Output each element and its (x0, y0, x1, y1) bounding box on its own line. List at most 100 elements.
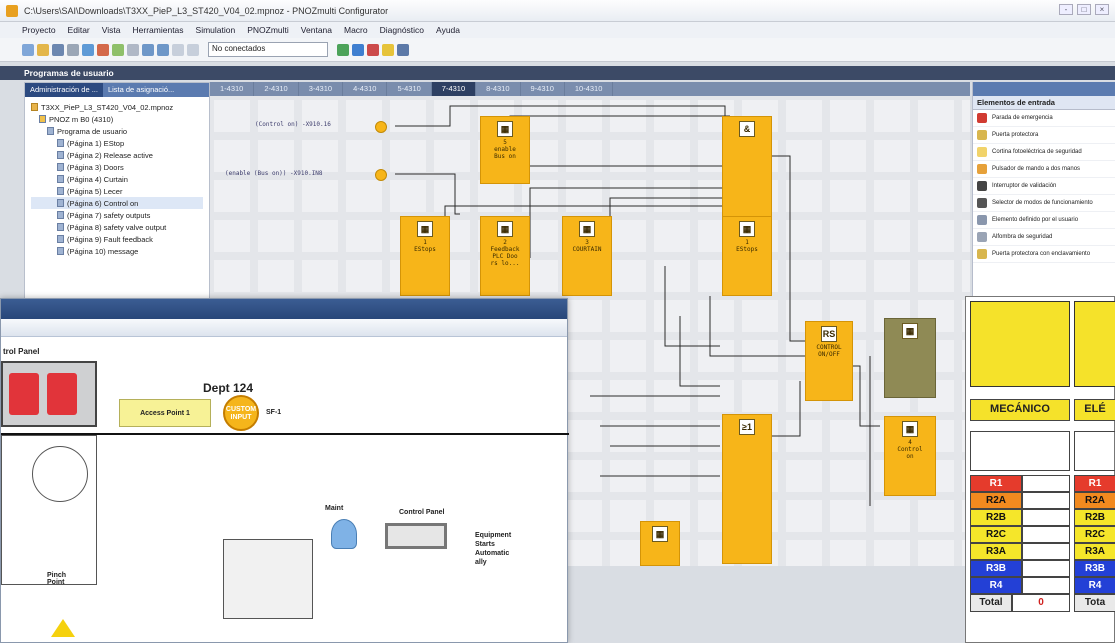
risk-count-cell[interactable] (1022, 577, 1070, 594)
block-label: 2 Feedback PLC Doo rs lo... (490, 239, 520, 267)
block-label: 4 Control on (897, 439, 923, 460)
copy-icon[interactable] (97, 43, 109, 56)
menu-herramientas[interactable]: Herramientas (133, 25, 184, 35)
element-item[interactable]: Alfombra de seguridad (973, 229, 1115, 246)
tree-page[interactable]: (Página 7) safety outputs (31, 209, 203, 221)
help-icon[interactable] (397, 43, 409, 56)
custom-input-badge[interactable]: CUSTOM INPUT (223, 395, 259, 431)
tree-page-selected[interactable]: (Página 6) Control on (31, 197, 203, 209)
connect-icon[interactable] (337, 43, 349, 56)
page-tab[interactable]: 3-4310 (299, 82, 344, 96)
page-icon (57, 247, 64, 255)
mode-selector-icon (977, 198, 987, 208)
mechanical-hazard-icon (970, 301, 1070, 387)
page-tab-active[interactable]: 7-4310 (431, 82, 477, 96)
connection-select[interactable]: No conectados (208, 42, 328, 57)
stop-icon[interactable] (367, 43, 379, 56)
open-icon[interactable] (37, 43, 49, 56)
cut-icon[interactable] (82, 43, 94, 56)
page-tab[interactable]: 10-4310 (565, 82, 614, 96)
tree-page[interactable]: (Página 4) Curtain (31, 173, 203, 185)
tree-page[interactable]: (Página 5) Lecer (31, 185, 203, 197)
block-label: 1 EStops (414, 239, 436, 253)
control-panel-box[interactable] (1, 361, 97, 427)
page-tab[interactable]: 1-4310 (210, 82, 255, 96)
risk-count-cell[interactable] (1022, 492, 1070, 509)
menu-proyecto[interactable]: Proyecto (22, 25, 56, 35)
output-block[interactable]: ▦ (884, 318, 936, 398)
zoom-out-icon[interactable] (157, 43, 169, 56)
redo-icon[interactable] (187, 43, 199, 56)
zoom-in-icon[interactable] (142, 43, 154, 56)
tree-group[interactable]: Programa de usuario (31, 125, 203, 137)
maximize-button[interactable]: □ (1077, 4, 1091, 15)
tab-lista-asignacion[interactable]: Lista de asignació... (103, 83, 179, 97)
element-item[interactable]: Interruptor de validación (973, 178, 1115, 195)
page-tab[interactable]: 2-4310 (254, 82, 299, 96)
menu-ventana[interactable]: Ventana (301, 25, 332, 35)
tree-device[interactable]: PNOZ m B0 (4310) (31, 113, 203, 125)
page-tabs: 1-4310 2-4310 3-4310 4-4310 5-4310 7-431… (210, 82, 970, 96)
menu-bar: Proyecto Editar Vista Herramientas Simul… (0, 22, 1115, 38)
menu-ayuda[interactable]: Ayuda (436, 25, 460, 35)
risk-count-cell[interactable] (1022, 560, 1070, 577)
save-icon[interactable] (52, 43, 64, 56)
menu-vista[interactable]: Vista (102, 25, 121, 35)
tree-page[interactable]: (Página 3) Doors (31, 161, 203, 173)
or-gate-block[interactable]: ≥1 (722, 414, 772, 564)
access-point-box[interactable]: Access Point 1 (119, 399, 211, 427)
element-item[interactable]: Parada de emergencia (973, 110, 1115, 127)
undo-icon[interactable] (172, 43, 184, 56)
tree-page[interactable]: (Página 8) safety valve output (31, 221, 203, 233)
page-tab[interactable]: 8-4310 (476, 82, 521, 96)
menu-diagnostico[interactable]: Diagnóstico (380, 25, 424, 35)
risk-count-cell[interactable] (1022, 509, 1070, 526)
input-terminal[interactable] (375, 121, 387, 133)
tree-page[interactable]: (Página 9) Fault feedback (31, 233, 203, 245)
tree-page[interactable]: (Página 1) EStop (31, 137, 203, 149)
element-item[interactable]: Cortina fotoeléctrica de seguridad (973, 144, 1115, 161)
block-icon: RS (821, 326, 837, 342)
section-header: Programas de usuario (0, 66, 1115, 80)
risk-count-cell[interactable] (1022, 526, 1070, 543)
element-item[interactable]: Puerta protectora (973, 127, 1115, 144)
tree-project[interactable]: T3XX_PieP_L3_ST420_V04_02.mpnoz (31, 101, 203, 113)
function-block-feedback[interactable]: ▦ 2 Feedback PLC Doo rs lo... (480, 216, 530, 296)
function-block-estops[interactable]: ▦ 1 EStops (400, 216, 450, 296)
input-elements-panel: Elementos de entrada Parada de emergenci… (972, 82, 1115, 296)
element-item[interactable]: Puerta protectora con enclavamiento (973, 246, 1115, 263)
tree-page[interactable]: (Página 2) Release active (31, 149, 203, 161)
risk-row-r2a: R2A (970, 492, 1022, 509)
page-tab[interactable]: 5-4310 (387, 82, 432, 96)
page-label: (Página 10) message (67, 246, 139, 256)
page-tab[interactable]: 9-4310 (521, 82, 565, 96)
warning-icon[interactable] (382, 43, 394, 56)
risk-count-cell[interactable] (1022, 543, 1070, 560)
tree-page[interactable]: (Página 10) message (31, 245, 203, 257)
function-block-control-on[interactable]: ▦ 4 Control on (884, 416, 936, 496)
risk-count-cell[interactable] (1022, 475, 1070, 492)
function-block-courtain[interactable]: ▦ 3 COURTAIN (562, 216, 612, 296)
input-terminal[interactable] (375, 169, 387, 181)
element-item[interactable]: Pulsador de mando a dos manos (973, 161, 1115, 178)
element-item[interactable]: Selector de modos de funcionamiento (973, 195, 1115, 212)
menu-editar[interactable]: Editar (68, 25, 90, 35)
print-icon[interactable] (67, 43, 79, 56)
function-block-enable-bus[interactable]: ▦ 5 enable Bus on (480, 116, 530, 184)
function-block-estops-2[interactable]: ▦ 1 EStops (722, 216, 772, 296)
download-icon[interactable] (352, 43, 364, 56)
rs-flipflop-block[interactable]: RS CONTROL ON/OFF (805, 321, 853, 401)
delete-icon[interactable] (127, 43, 139, 56)
close-button[interactable]: × (1095, 4, 1109, 15)
page-tab[interactable]: 4-4310 (343, 82, 388, 96)
function-block-partial[interactable]: ▦ (640, 521, 680, 566)
element-item[interactable]: Elemento definido por el usuario (973, 212, 1115, 229)
control-panel-2-box[interactable] (385, 523, 447, 549)
menu-simulation[interactable]: Simulation (196, 25, 236, 35)
new-icon[interactable] (22, 43, 34, 56)
menu-pnozmulti[interactable]: PNOZmulti (247, 25, 289, 35)
tab-administracion[interactable]: Administración de ... (25, 83, 103, 97)
paste-icon[interactable] (112, 43, 124, 56)
menu-macro[interactable]: Macro (344, 25, 368, 35)
minimize-button[interactable]: - (1059, 4, 1073, 15)
